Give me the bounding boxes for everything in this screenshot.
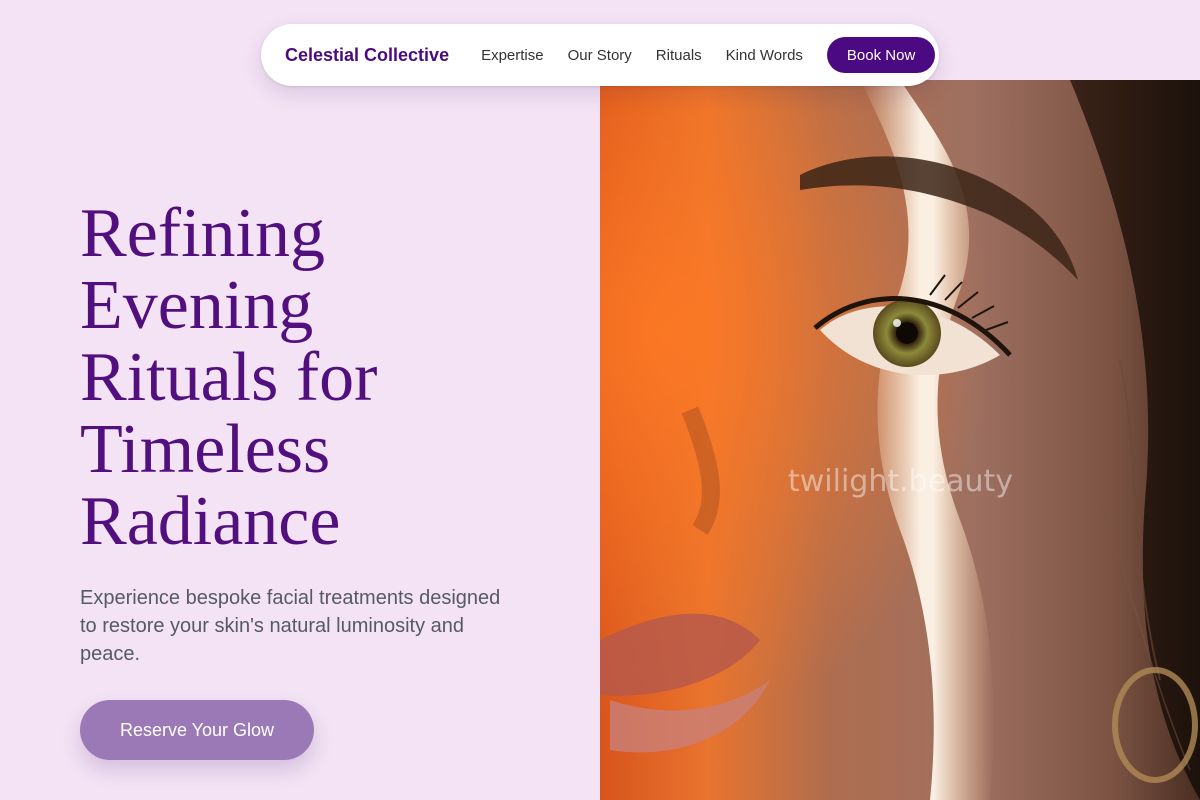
hero-portrait-image — [600, 80, 1200, 800]
nav-link-rituals[interactable]: Rituals — [656, 47, 702, 64]
portrait-illustration — [600, 80, 1200, 800]
hero-title: Refining Evening Rituals for Timeless Ra… — [80, 198, 540, 558]
reserve-glow-button[interactable]: Reserve Your Glow — [80, 700, 314, 760]
hero-title-line: Rituals for — [80, 339, 378, 416]
nav-link-kind-words[interactable]: Kind Words — [726, 47, 803, 64]
hero-title-line: Timeless — [80, 411, 331, 488]
nav-link-expertise[interactable]: Expertise — [481, 47, 544, 64]
top-navigation: Celestial Collective Expertise Our Story… — [261, 24, 939, 86]
book-now-button[interactable]: Book Now — [826, 37, 936, 73]
hero-subtitle: Experience bespoke facial treatments des… — [80, 587, 501, 665]
photo-watermark: twilight.beauty — [788, 464, 1014, 499]
nav-link-our-story[interactable]: Our Story — [568, 47, 632, 64]
nav-links: Expertise Our Story Rituals Kind Words — [481, 47, 803, 64]
hero-title-line: Refining — [80, 195, 325, 272]
hero-title-line: Radiance — [80, 483, 341, 560]
hero-title-line: Evening — [80, 267, 314, 344]
brand-logo[interactable]: Celestial Collective — [285, 45, 449, 66]
